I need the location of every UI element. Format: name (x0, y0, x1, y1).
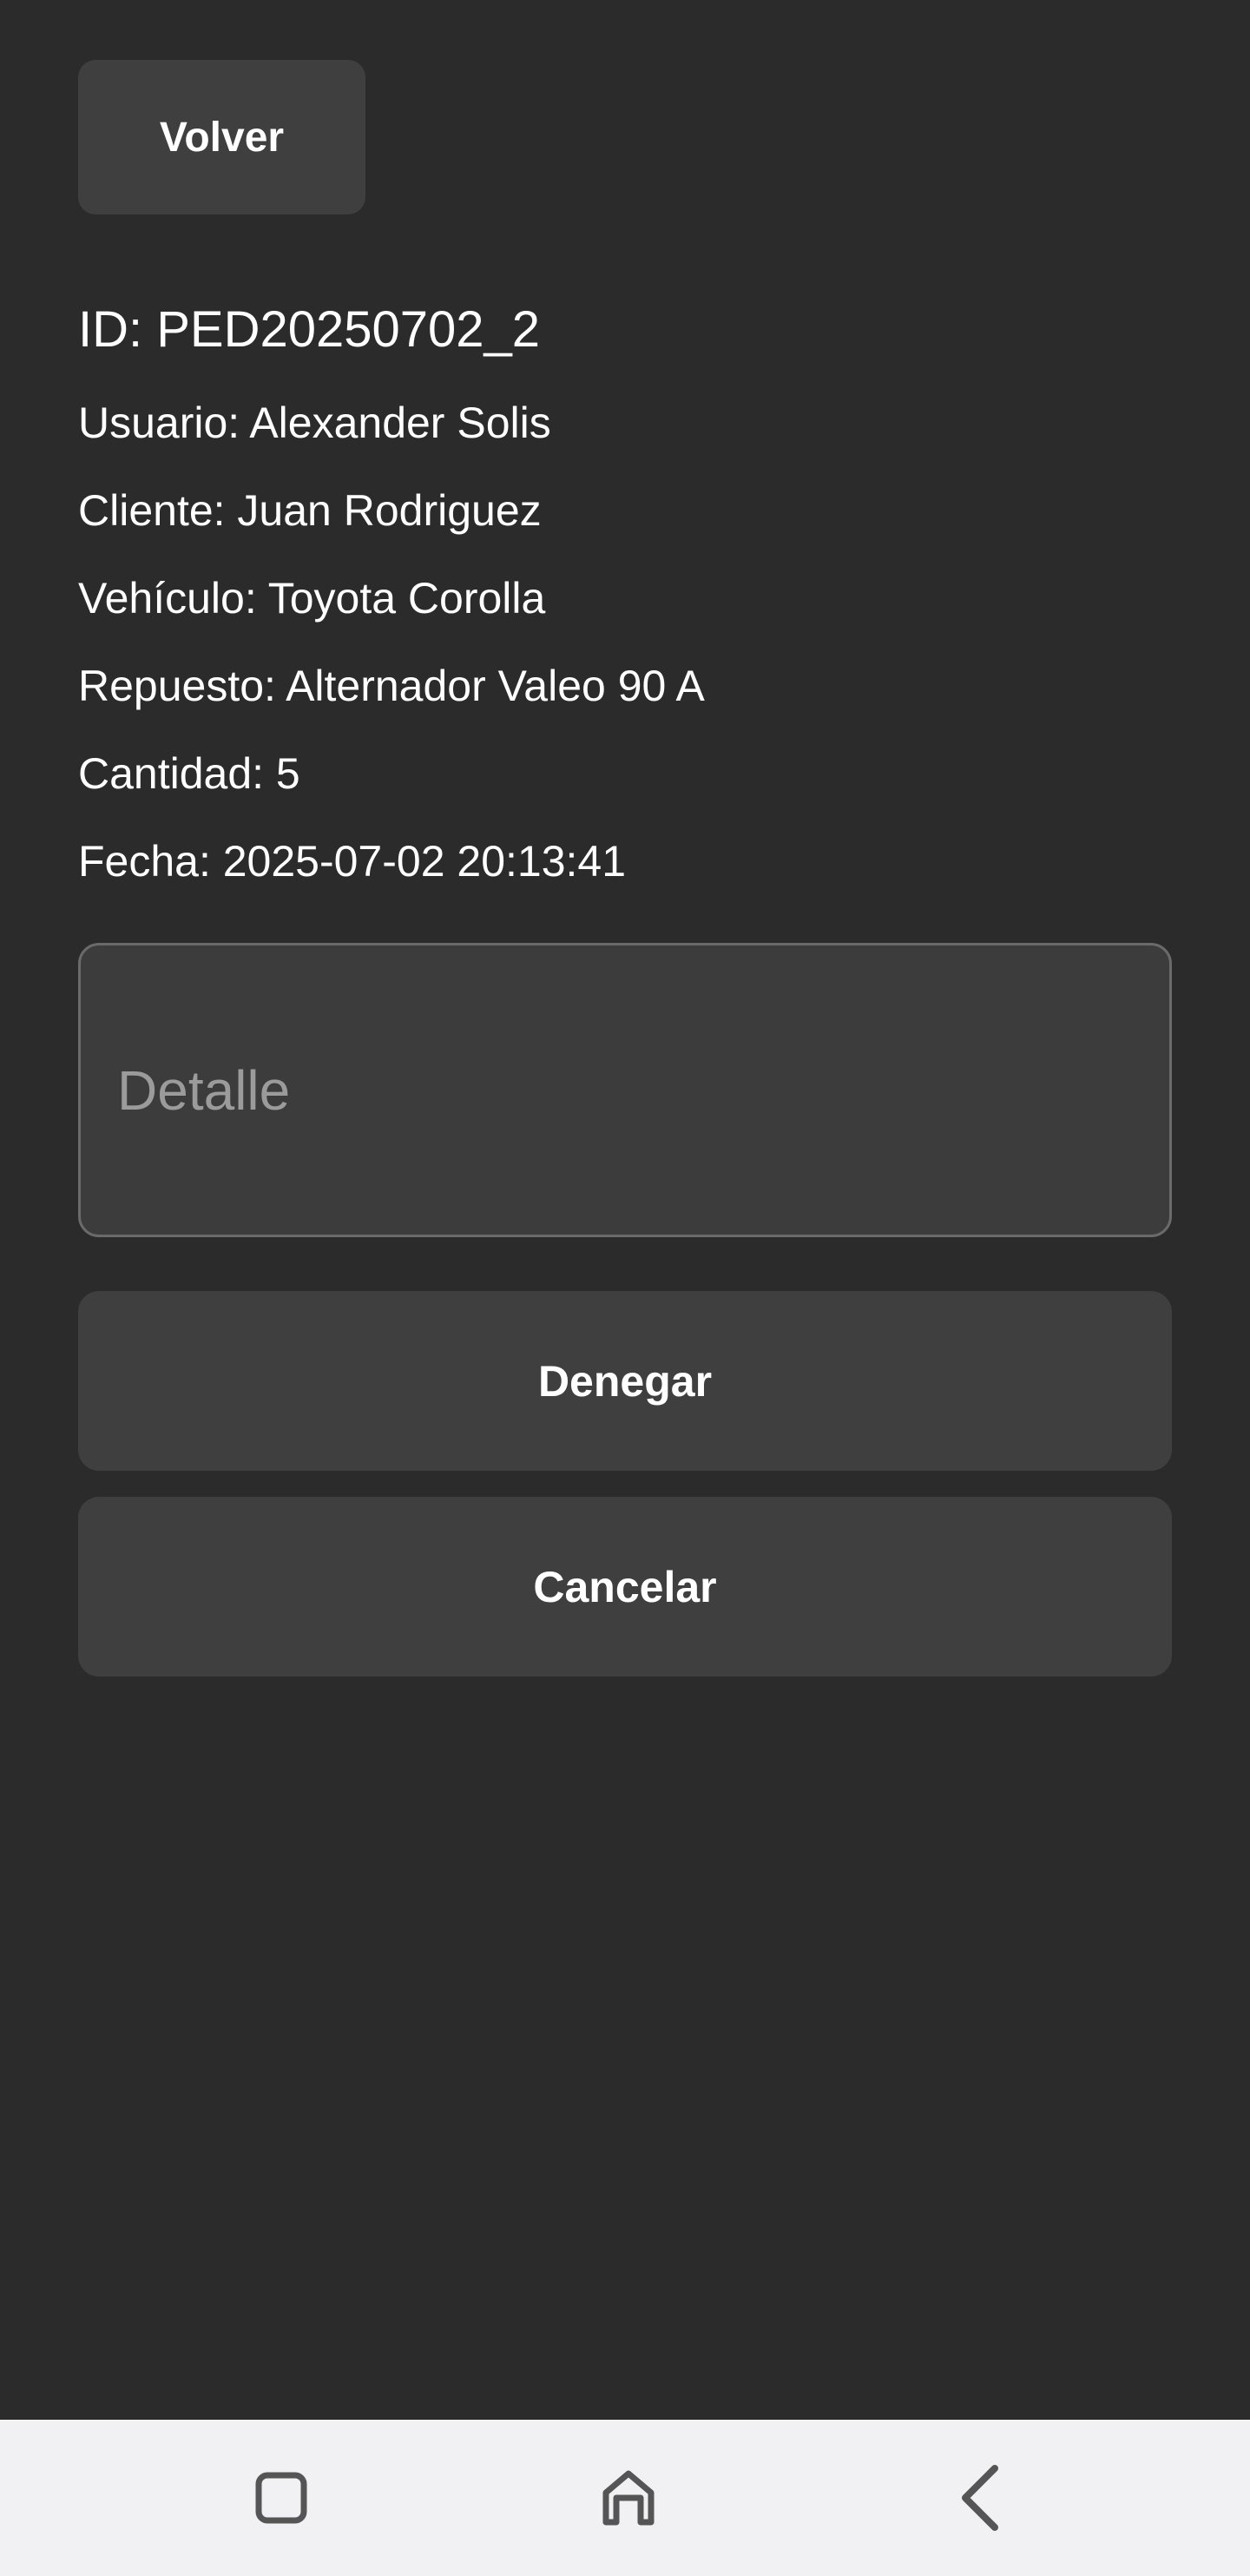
order-id: ID: PED20250702_2 (78, 301, 541, 358)
order-user: Usuario: Alexander Solis (78, 399, 551, 447)
chevron-left-icon[interactable] (938, 2454, 1024, 2541)
deny-button[interactable]: Denegar (78, 1291, 1172, 1471)
back-button[interactable]: Volver (78, 60, 365, 214)
square-icon[interactable] (238, 2454, 325, 2541)
order-part: Repuesto: Alternador Valeo 90 A (78, 662, 705, 710)
detail-input[interactable] (78, 943, 1172, 1237)
order-detail-screen: Volver ID: PED20250702_2 Usuario: Alexan… (0, 0, 1250, 2576)
system-nav-bar (0, 2420, 1250, 2576)
order-date: Fecha: 2025-07-02 20:13:41 (78, 837, 627, 886)
home-icon[interactable] (585, 2454, 672, 2541)
order-quantity: Cantidad: 5 (78, 749, 300, 798)
order-vehicle: Vehículo: Toyota Corolla (78, 574, 546, 623)
cancel-button[interactable]: Cancelar (78, 1497, 1172, 1677)
order-client: Cliente: Juan Rodriguez (78, 486, 542, 535)
